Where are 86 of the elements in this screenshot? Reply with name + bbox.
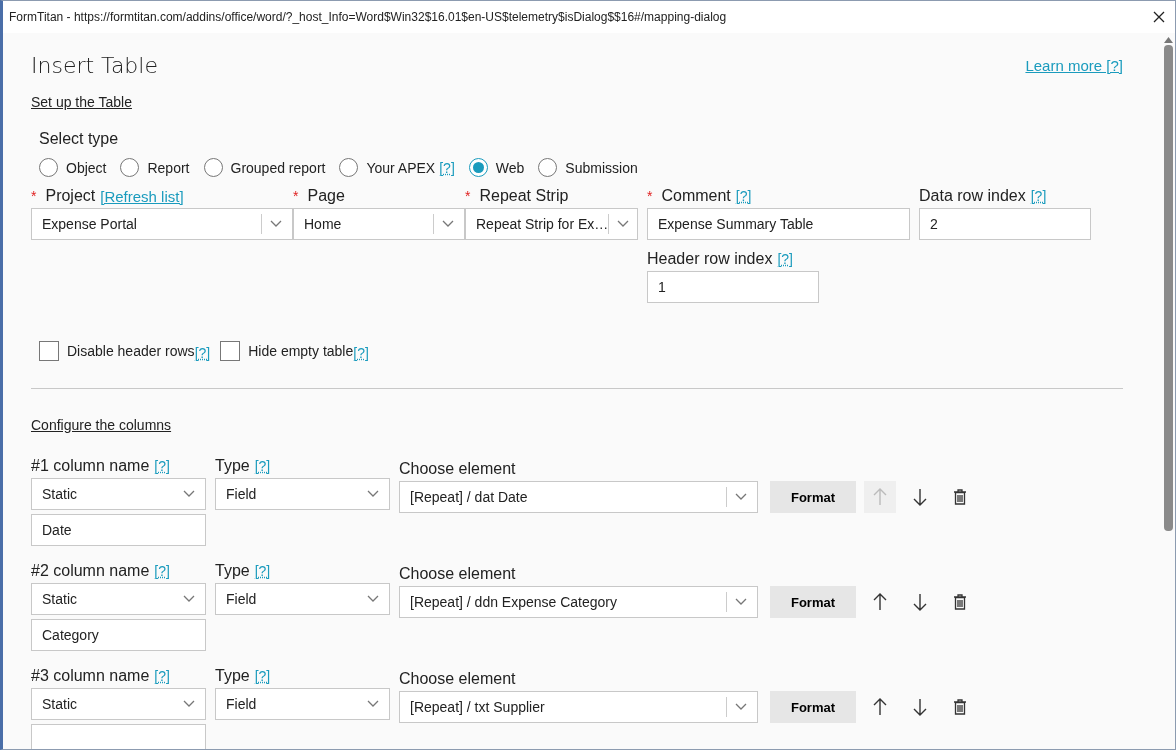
- required-asterisk: *: [465, 188, 471, 204]
- radio-label[interactable]: Object: [66, 159, 107, 176]
- arrow-down-icon: [913, 593, 927, 611]
- configure-columns-link[interactable]: Configure the columns: [31, 417, 172, 433]
- chevron-down-icon: [735, 493, 747, 501]
- type-label: Type: [215, 667, 250, 685]
- choose-element-label: Choose element: [399, 670, 516, 688]
- close-icon: [1153, 11, 1165, 23]
- type-label: Type: [215, 457, 250, 475]
- header-row-index-field[interactable]: 1: [647, 271, 819, 303]
- element-dropdown[interactable]: [Repeat] / txt Supplier: [399, 691, 758, 723]
- radio-label[interactable]: Report: [147, 159, 190, 176]
- field-label: Data row index: [919, 187, 1026, 205]
- dialog-title: Insert Table: [31, 53, 158, 78]
- radio-button[interactable]: [39, 158, 58, 177]
- data-row-index-field[interactable]: 2: [919, 208, 1091, 240]
- dropdown[interactable]: Repeat Strip for Ex…: [465, 208, 638, 240]
- comment-field[interactable]: Expense Summary Table: [647, 208, 910, 240]
- arrow-down-icon: [913, 698, 927, 716]
- chevron-down-icon: [367, 700, 379, 708]
- column-name-label: #3 column name: [31, 667, 150, 685]
- chevron-down-icon: [735, 598, 747, 606]
- chevron-down-icon: [442, 220, 454, 228]
- column-name-field[interactable]: [31, 724, 206, 749]
- name-source-dropdown[interactable]: Static: [31, 478, 206, 510]
- chevron-down-icon: [367, 490, 379, 498]
- set-up-table-link[interactable]: Set up the Table: [31, 94, 132, 110]
- field-label: Page: [307, 187, 345, 205]
- dropdown[interactable]: Home: [293, 208, 465, 240]
- checkbox[interactable]: [39, 341, 59, 361]
- radio-label[interactable]: Your APEX: [366, 159, 436, 176]
- format-button[interactable]: Format: [770, 586, 856, 618]
- radio-button[interactable]: [339, 158, 359, 177]
- required-asterisk: *: [31, 188, 37, 204]
- scroll-thumb[interactable]: [1163, 45, 1173, 531]
- radio-label[interactable]: Submission: [565, 159, 638, 176]
- radio-button[interactable]: [468, 158, 488, 177]
- dropdown[interactable]: Expense Portal: [31, 208, 293, 240]
- scroll-up-icon[interactable]: [1163, 37, 1173, 43]
- chevron-down-icon: [183, 595, 195, 603]
- trash-icon: [953, 594, 967, 610]
- choose-element-label: Choose element: [399, 460, 516, 478]
- field-label: Project: [45, 187, 96, 205]
- radio-label[interactable]: Grouped report: [230, 159, 326, 176]
- checkbox[interactable]: [220, 341, 241, 361]
- element-dropdown[interactable]: [Repeat] / ddn Expense Category: [399, 586, 758, 618]
- field-label: Comment: [661, 187, 731, 205]
- element-dropdown[interactable]: [Repeat] / dat Date: [399, 481, 758, 513]
- field-label: Header row index: [647, 250, 773, 268]
- column-name-field[interactable]: Date: [31, 514, 206, 546]
- type-dropdown[interactable]: Field: [215, 688, 390, 720]
- type-dropdown[interactable]: Field: [215, 478, 390, 510]
- chevron-down-icon: [183, 700, 195, 708]
- name-source-dropdown[interactable]: Static: [31, 583, 206, 615]
- trash-icon: [953, 489, 967, 505]
- column-name-label: #2 column name: [31, 562, 150, 580]
- chevron-down-icon: [735, 703, 747, 711]
- format-button[interactable]: Format: [770, 691, 856, 723]
- trash-icon: [953, 699, 967, 715]
- type-dropdown[interactable]: Field: [215, 583, 390, 615]
- arrow-up-icon: [873, 698, 887, 716]
- radio-label[interactable]: Web: [495, 159, 525, 176]
- arrow-up-icon: [873, 593, 887, 611]
- format-button[interactable]: Format: [770, 481, 856, 513]
- close-button[interactable]: [1151, 9, 1167, 25]
- checkbox-label[interactable]: Hide empty table: [248, 343, 354, 359]
- checkbox-label[interactable]: Disable header rows: [67, 343, 195, 359]
- required-asterisk: *: [293, 188, 299, 204]
- chevron-down-icon: [183, 490, 195, 498]
- column-name-field[interactable]: Category: [31, 619, 206, 651]
- window-title: FormTitan - https://formtitan.com/addins/office/word/?_host_Info=Word$Win32$16.01$en-US$telemetry$isDialog$$16#/mapping-dialog: [9, 10, 727, 24]
- type-label: Type: [215, 562, 250, 580]
- name-source-dropdown[interactable]: Static: [31, 688, 206, 720]
- radio-button[interactable]: [538, 158, 558, 177]
- column-name-label: #1 column name: [31, 457, 150, 475]
- chevron-down-icon: [617, 220, 630, 228]
- chevron-down-icon: [367, 595, 379, 603]
- choose-element-label: Choose element: [399, 565, 516, 583]
- radio-button[interactable]: [120, 158, 140, 177]
- arrow-up-icon: [873, 488, 887, 506]
- select-type-label: Select type: [39, 130, 120, 148]
- required-asterisk: *: [647, 188, 653, 204]
- radio-button[interactable]: [203, 158, 223, 177]
- arrow-down-icon: [913, 488, 927, 506]
- field-label: Repeat Strip: [479, 187, 569, 205]
- chevron-down-icon: [270, 220, 282, 228]
